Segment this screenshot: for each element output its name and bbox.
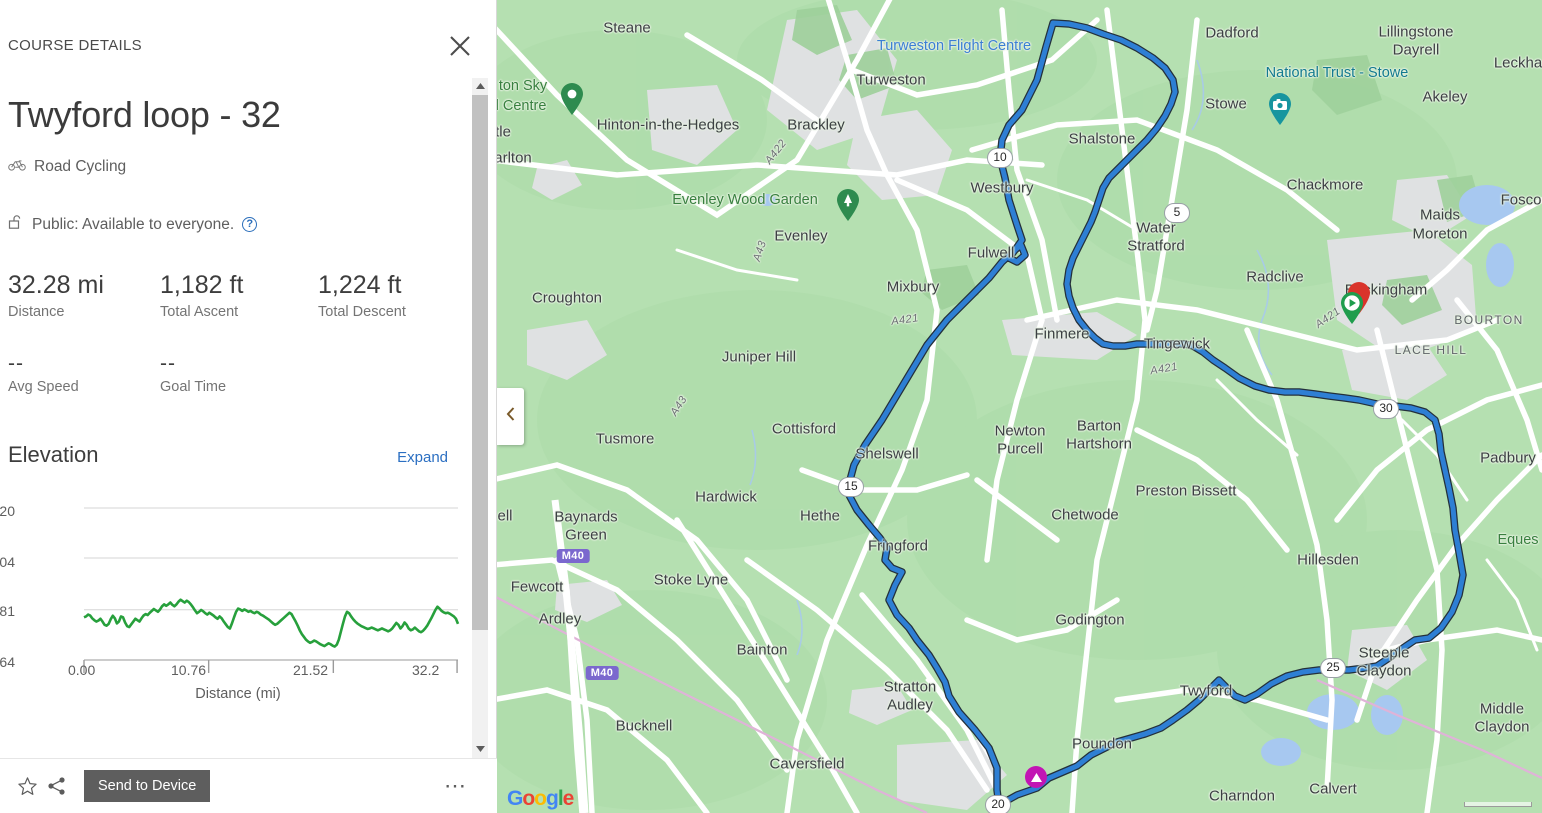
elevation-plot xyxy=(83,507,460,673)
x-axis-tick: 10.76 xyxy=(171,662,207,678)
scrollbar-thumb[interactable] xyxy=(472,95,488,630)
activity-type-label: Road Cycling xyxy=(34,158,127,175)
motorway-shield: M40 xyxy=(585,666,619,680)
elevation-title: Elevation xyxy=(8,442,99,467)
course-details-panel: COURSE DETAILS Twyford loop - 32 Road Cy… xyxy=(0,0,497,813)
mile-marker[interactable]: 30 xyxy=(1373,399,1399,419)
google-attribution: Google xyxy=(507,787,574,810)
elevation-header: Elevation Expand xyxy=(8,442,470,468)
mile-marker[interactable]: 20 xyxy=(985,795,1011,813)
page-title: Twyford loop - 32 xyxy=(8,94,281,135)
mile-marker[interactable]: 5 xyxy=(1164,203,1190,223)
close-icon[interactable] xyxy=(442,28,478,64)
question-mark-icon[interactable]: ? xyxy=(242,217,258,232)
stat-value: -- xyxy=(160,352,176,375)
stat-label: Distance xyxy=(8,304,65,320)
stat-label: Total Ascent xyxy=(160,304,239,320)
mile-marker[interactable]: 15 xyxy=(838,477,864,497)
climb-marker[interactable] xyxy=(1025,766,1047,788)
stat-total-ascent: 1,182 ft Total Ascent xyxy=(160,269,318,320)
scroll-down-icon[interactable] xyxy=(472,741,488,758)
panel-scroll-area: Twyford loop - 32 Road Cycling Public: A… xyxy=(0,78,478,758)
x-axis-tick: 0.00 xyxy=(68,662,96,678)
motorway-shield: M40 xyxy=(556,549,590,563)
map-scale-bar xyxy=(1464,802,1532,807)
secondary-stats: -- Avg Speed -- Goal Time xyxy=(8,352,470,395)
elevation-chart[interactable]: 820 604 381 164 0.00 10.76 21.52 32.2 Di… xyxy=(0,490,470,705)
expand-elevation-link[interactable]: Expand xyxy=(397,449,448,466)
stat-value: 1,182 ft xyxy=(160,271,244,299)
panel-header-title: COURSE DETAILS xyxy=(8,37,142,54)
stat-total-descent: 1,224 ft Total Descent xyxy=(318,269,470,320)
scroll-up-icon[interactable] xyxy=(472,78,488,95)
share-icon[interactable] xyxy=(42,771,72,801)
mile-marker[interactable]: 10 xyxy=(987,148,1013,168)
bicycle-icon xyxy=(8,158,26,176)
activity-type-row: Road Cycling xyxy=(8,158,470,176)
stat-distance: 32.28 mi Distance xyxy=(8,269,160,320)
unlock-icon xyxy=(8,214,24,235)
star-icon[interactable] xyxy=(12,771,42,801)
panel-footer: Send to Device ⋯ xyxy=(0,758,497,813)
map-canvas[interactable]: Google Steane Turweston Dadford Lillingston… xyxy=(497,0,1542,813)
stat-value: -- xyxy=(8,352,24,375)
privacy-label: Public: Available to everyone. xyxy=(32,215,235,233)
course-details-screen: COURSE DETAILS Twyford loop - 32 Road Cy… xyxy=(0,0,1542,813)
stat-label: Goal Time xyxy=(160,379,227,395)
send-to-device-button[interactable]: Send to Device xyxy=(84,770,211,802)
stat-label: Avg Speed xyxy=(8,379,79,395)
stat-value: 32.28 mi xyxy=(8,271,104,299)
start-flag-marker[interactable] xyxy=(1339,291,1365,330)
privacy-row: Public: Available to everyone. ? xyxy=(8,214,470,235)
panel-scrollbar[interactable] xyxy=(472,78,488,758)
primary-stats: 32.28 mi Distance 1,182 ft Total Ascent … xyxy=(8,269,470,320)
mile-marker[interactable]: 25 xyxy=(1320,658,1346,678)
stat-value: 1,224 ft xyxy=(318,271,402,299)
chevron-left-icon xyxy=(505,406,517,427)
x-axis-title: Distance (mi) xyxy=(195,686,281,702)
panel-header: COURSE DETAILS xyxy=(0,0,496,78)
stat-goal-time: -- Goal Time xyxy=(160,352,470,395)
ellipsis-icon[interactable]: ⋯ xyxy=(444,775,485,797)
stat-avg-speed: -- Avg Speed xyxy=(8,352,160,395)
x-axis-tick: 21.52 xyxy=(293,662,329,678)
stat-label: Total Descent xyxy=(318,304,406,320)
x-axis-tick: 32.2 xyxy=(412,662,440,678)
collapse-panel-button[interactable] xyxy=(497,388,524,445)
